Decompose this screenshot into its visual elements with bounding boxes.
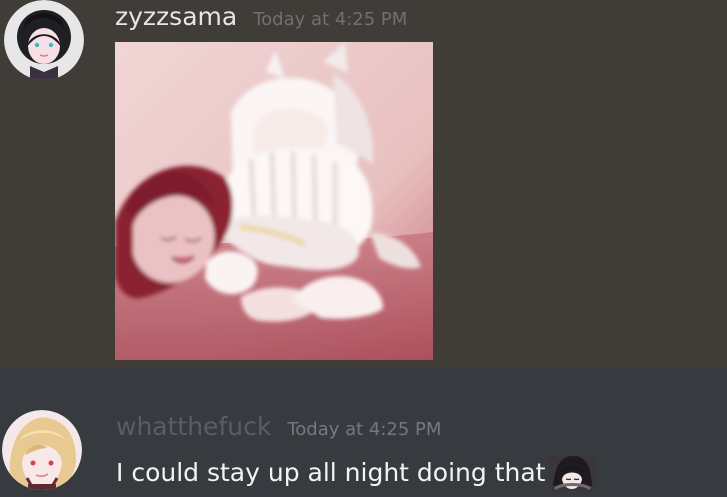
image-attachment[interactable] bbox=[115, 42, 433, 360]
username[interactable]: zyzzsama bbox=[115, 2, 237, 32]
timestamp: Today at 4:25 PM bbox=[287, 419, 442, 440]
avatar-icon[interactable] bbox=[2, 410, 82, 490]
username[interactable]: whatthefuck bbox=[116, 412, 271, 442]
message-header: whatthefuck Today at 4:25 PM bbox=[116, 412, 441, 442]
message-content: I could stay up all night doing that bbox=[116, 455, 596, 491]
message-header: zyzzsama Today at 4:25 PM bbox=[115, 2, 407, 32]
avatar-icon[interactable] bbox=[4, 0, 84, 80]
timestamp: Today at 4:25 PM bbox=[253, 9, 408, 30]
chat-log: zyzzsama Today at 4:25 PM whatthefuck To… bbox=[0, 0, 727, 497]
custom-emoji-icon bbox=[549, 455, 596, 491]
message-item: whatthefuck Today at 4:25 PM I could sta… bbox=[0, 368, 727, 497]
message-item: zyzzsama Today at 4:25 PM bbox=[0, 0, 727, 368]
message-body: I could stay up all night doing that bbox=[116, 458, 546, 487]
